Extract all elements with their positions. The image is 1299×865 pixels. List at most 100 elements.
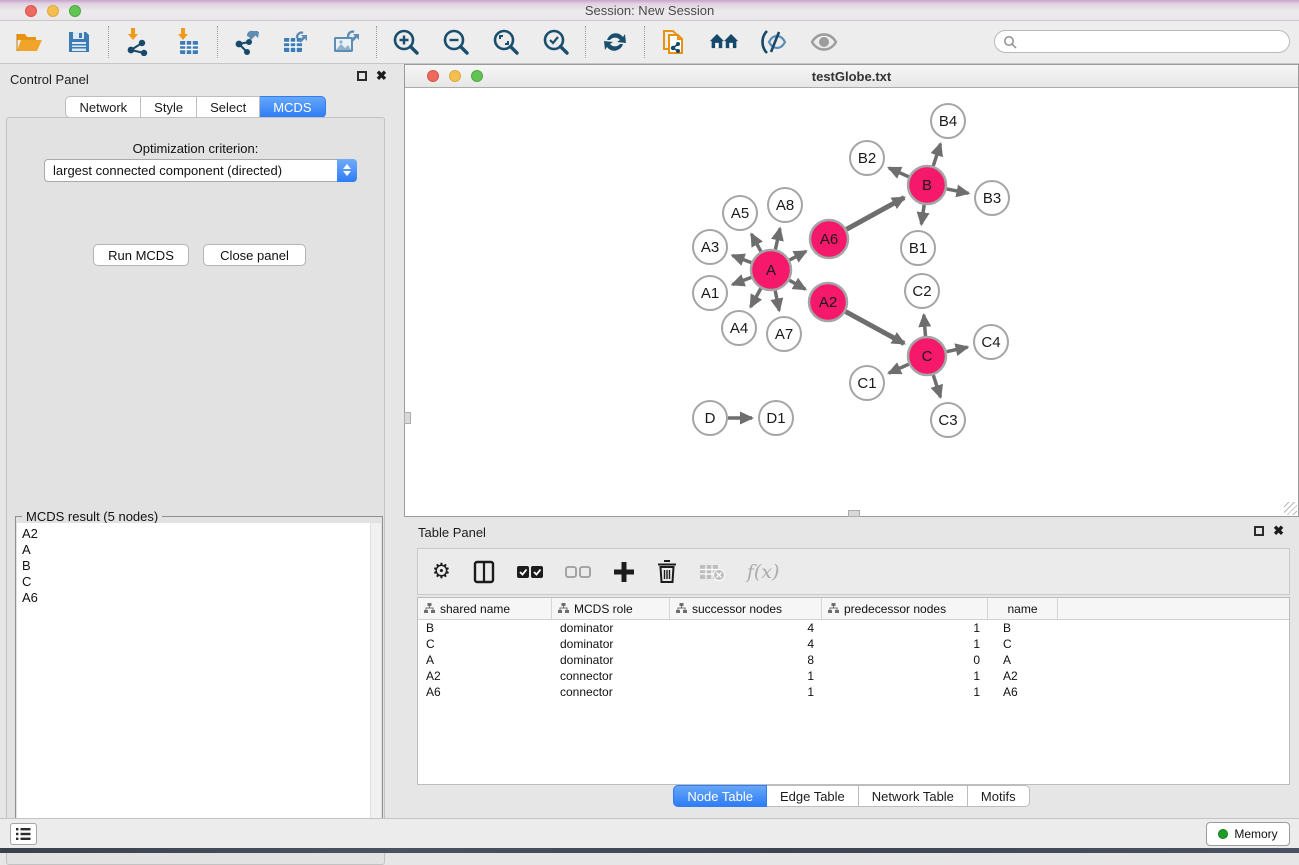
graph-node-D1[interactable]: D1 [759, 401, 793, 435]
home-views-icon[interactable] [709, 27, 739, 57]
graph-node-B2[interactable]: B2 [850, 141, 884, 175]
graph-edge-A-A2[interactable] [789, 280, 805, 289]
table-cell[interactable] [1058, 620, 1289, 636]
close-panel-button[interactable]: Close panel [203, 244, 306, 266]
table-row[interactable]: Bdominator41B [418, 620, 1289, 636]
open-session-icon[interactable] [14, 27, 44, 57]
refresh-icon[interactable] [600, 27, 630, 57]
table-cell[interactable]: 1 [822, 620, 988, 636]
table-cell[interactable]: A [418, 652, 552, 668]
graph-node-C[interactable]: C [908, 337, 946, 375]
node-table[interactable]: shared nameMCDS rolesuccessor nodesprede… [417, 597, 1290, 785]
graph-node-A8[interactable]: A8 [768, 188, 802, 222]
network-graph[interactable]: B4B2BB3B1A5A8A6A3AA1C2A2A4A7C4CC1C3DD1 [405, 88, 1298, 516]
graph-node-C4[interactable]: C4 [974, 325, 1008, 359]
tab-network-table[interactable]: Network Table [859, 785, 968, 807]
table-cell[interactable]: 1 [822, 684, 988, 700]
table-cell[interactable]: connector [552, 668, 670, 684]
tab-select[interactable]: Select [197, 96, 260, 118]
graph-node-A2[interactable]: A2 [809, 283, 847, 321]
table-cell[interactable]: 4 [670, 620, 822, 636]
graph-node-B3[interactable]: B3 [975, 181, 1009, 215]
graph-node-A1[interactable]: A1 [693, 276, 727, 310]
table-row[interactable]: Adominator80A [418, 652, 1289, 668]
canvas-left-grip[interactable] [404, 412, 411, 424]
graph-edge-A-A4[interactable] [751, 288, 761, 307]
result-list-item[interactable]: C [22, 574, 381, 590]
result-list-scrollbar[interactable] [370, 523, 381, 849]
graph-edge-C-C4[interactable] [947, 347, 968, 352]
tab-node-table[interactable]: Node Table [673, 785, 767, 807]
table-cell[interactable]: 1 [822, 668, 988, 684]
graph-edge-C-C2[interactable] [924, 315, 926, 336]
zoom-in-icon[interactable] [391, 27, 421, 57]
save-session-icon[interactable] [64, 27, 94, 57]
table-cell[interactable]: 1 [822, 636, 988, 652]
column-header-shared-name[interactable]: shared name [418, 598, 552, 619]
tab-edge-table[interactable]: Edge Table [767, 785, 859, 807]
import-table-icon[interactable] [173, 27, 203, 57]
graph-edge-A-A5[interactable] [751, 234, 761, 251]
network-canvas[interactable]: B4B2BB3B1A5A8A6A3AA1C2A2A4A7C4CC1C3DD1 [405, 88, 1298, 516]
result-list-item[interactable]: B [22, 558, 381, 574]
graph-node-A7[interactable]: A7 [767, 317, 801, 351]
graph-edge-B-B3[interactable] [947, 189, 969, 193]
graph-node-D[interactable]: D [693, 401, 727, 435]
table-cell[interactable]: dominator [552, 636, 670, 652]
zoom-out-icon[interactable] [441, 27, 471, 57]
select-all-checks-icon[interactable] [517, 557, 543, 587]
graph-node-B1[interactable]: B1 [901, 231, 935, 265]
float-panel-icon[interactable] [357, 71, 367, 81]
graph-node-A6[interactable]: A6 [810, 220, 848, 258]
search-field[interactable] [994, 30, 1290, 53]
graph-edge-B-B4[interactable] [933, 144, 940, 166]
task-history-button[interactable] [10, 823, 37, 845]
table-cell[interactable]: dominator [552, 620, 670, 636]
import-network-icon[interactable] [123, 27, 153, 57]
export-image-icon[interactable] [332, 27, 362, 57]
network-window-titlebar[interactable]: testGlobe.txt [405, 65, 1298, 88]
table-cell[interactable]: A2 [418, 668, 552, 684]
table-cell[interactable]: 4 [670, 636, 822, 652]
toggle-visibility-icon[interactable] [759, 27, 789, 57]
graph-edge-A-A1[interactable] [732, 277, 751, 284]
graph-edge-C-C3[interactable] [933, 375, 940, 397]
result-list-item[interactable]: A6 [22, 590, 381, 606]
graph-node-A3[interactable]: A3 [693, 230, 727, 264]
criterion-dropdown[interactable]: largest connected component (directed) [44, 159, 357, 182]
window-resize-grip[interactable] [1284, 502, 1297, 515]
close-panel-icon[interactable]: ✖ [1273, 526, 1284, 536]
result-list-item[interactable]: A [22, 542, 381, 558]
tab-motifs[interactable]: Motifs [968, 785, 1030, 807]
graph-node-A[interactable]: A [751, 250, 791, 290]
table-cell[interactable]: connector [552, 684, 670, 700]
tab-network[interactable]: Network [65, 96, 141, 118]
tab-style[interactable]: Style [141, 96, 197, 118]
graph-edge-A2-C[interactable] [846, 312, 905, 344]
table-cell[interactable]: dominator [552, 652, 670, 668]
table-row[interactable]: A6connector11A6 [418, 684, 1289, 700]
table-cell[interactable] [1058, 652, 1289, 668]
close-panel-icon[interactable]: ✖ [376, 71, 387, 81]
graph-edge-A-A3[interactable] [732, 255, 751, 262]
column-header-name[interactable]: name [988, 598, 1058, 619]
graph-edge-B-B2[interactable] [889, 168, 909, 177]
graph-edge-A6-B[interactable] [847, 198, 905, 230]
graph-node-A4[interactable]: A4 [722, 311, 756, 345]
mcds-result-list[interactable]: A2ABCA6 [17, 523, 381, 849]
table-cell[interactable]: A2 [988, 668, 1058, 684]
table-cell[interactable]: C [418, 636, 552, 652]
graph-edge-C-C1[interactable] [889, 364, 909, 373]
tab-mcds[interactable]: MCDS [260, 96, 325, 118]
table-cell[interactable]: 0 [822, 652, 988, 668]
table-cell[interactable]: 8 [670, 652, 822, 668]
result-list-item[interactable]: A2 [22, 526, 381, 542]
table-cell[interactable]: B [988, 620, 1058, 636]
export-table-icon[interactable] [282, 27, 312, 57]
zoom-fit-icon[interactable] [491, 27, 521, 57]
eye-icon[interactable] [809, 27, 839, 57]
graph-edge-A-A6[interactable] [790, 251, 807, 260]
table-cell[interactable] [1058, 636, 1289, 652]
table-cell[interactable]: A [988, 652, 1058, 668]
search-input[interactable] [1017, 32, 1289, 51]
